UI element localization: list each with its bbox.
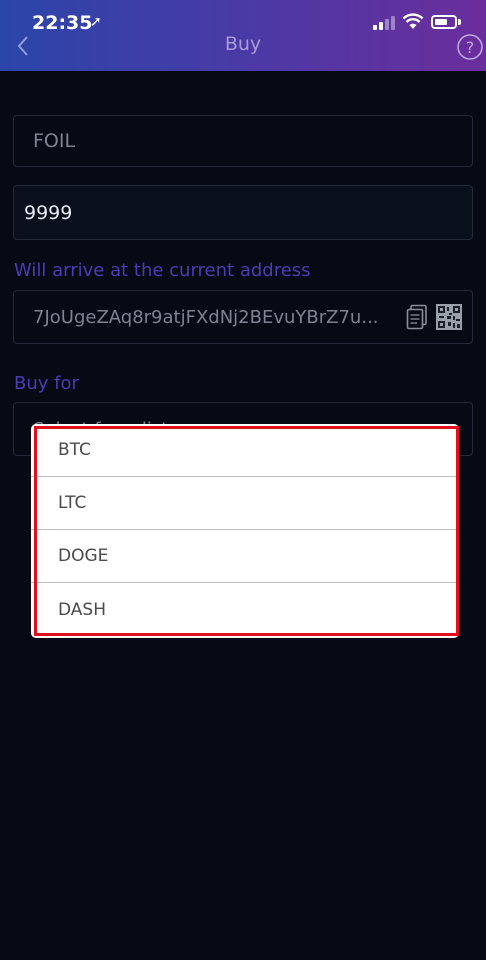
cellular-signal-icon — [373, 16, 397, 30]
page-title: Buy — [224, 33, 262, 55]
copy-icon[interactable] — [405, 304, 429, 332]
amount-value: 9999 — [24, 201, 73, 224]
option-btc[interactable]: BTC — [31, 424, 459, 477]
qr-code-icon[interactable] — [436, 304, 462, 330]
address-value: 7JoUgeZAq8r9atjFXdNj2BEvuYBrZ7u... — [33, 306, 379, 328]
address-field[interactable]: 7JoUgeZAq8r9atjFXdNj2BEvuYBrZ7u... — [13, 290, 473, 344]
token-value: FOIL — [33, 130, 76, 152]
buy-for-label: Buy for — [14, 373, 79, 394]
status-time: 22:35 — [32, 12, 93, 34]
battery-tip — [458, 19, 461, 25]
battery-icon — [431, 15, 457, 29]
wifi-icon — [402, 13, 424, 29]
address-label: Will arrive at the current address — [14, 260, 311, 281]
option-ltc[interactable]: LTC — [31, 477, 459, 530]
option-dash[interactable]: DASH — [31, 583, 459, 636]
location-arrow-icon: ➚ — [90, 14, 102, 30]
amount-input[interactable]: 9999 — [13, 185, 473, 240]
nav-header: 22:35 ➚ Buy ? — [0, 0, 486, 71]
question-circle-icon[interactable]: ? — [456, 33, 484, 61]
option-doge[interactable]: DOGE — [31, 530, 459, 583]
token-field[interactable]: FOIL — [13, 115, 473, 167]
currency-dropdown: BTC LTC DOGE DASH — [31, 424, 459, 638]
svg-text:?: ? — [466, 38, 475, 57]
